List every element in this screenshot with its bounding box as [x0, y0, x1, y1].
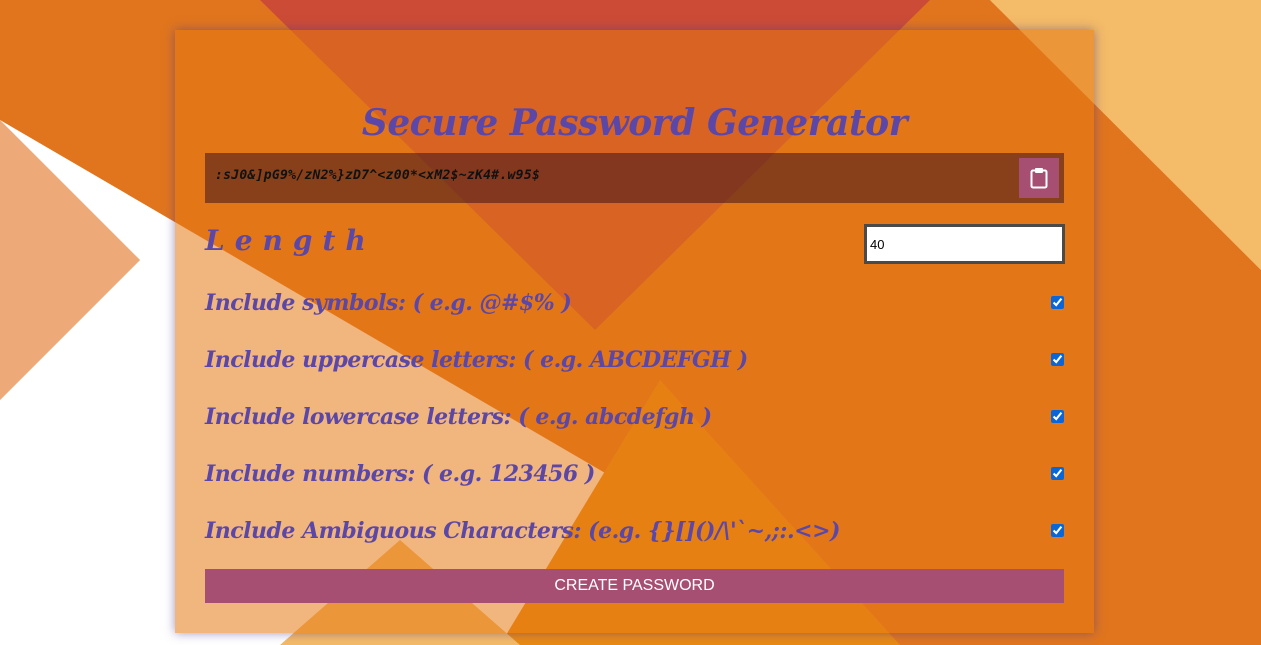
option-lowercase-label: Include lowercase letters: ( e.g. abcdef…: [205, 404, 712, 430]
password-output[interactable]: :sJ0&]pG9%/zN2%}zD7^<z00*<xM2$~zK4#.w95$: [215, 168, 540, 183]
option-uppercase-label: Include uppercase letters: ( e.g. ABCDEF…: [205, 347, 748, 373]
option-symbols-checkbox[interactable]: [1051, 296, 1064, 309]
clipboard-icon: [1030, 168, 1048, 189]
length-label: Length: [205, 224, 376, 257]
length-input[interactable]: [864, 224, 1065, 264]
option-numbers-label: Include numbers: ( e.g. 123456 ): [205, 461, 595, 487]
option-lowercase: Include lowercase letters: ( e.g. abcdef…: [205, 398, 1064, 438]
option-numbers: Include numbers: ( e.g. 123456 ): [205, 455, 1064, 495]
page-title: Secure Password Generator: [361, 102, 908, 144]
copy-to-clipboard-button[interactable]: [1019, 158, 1059, 198]
option-ambiguous-label: Include Ambiguous Characters: (e.g. {}[]…: [205, 518, 840, 544]
option-numbers-checkbox[interactable]: [1051, 467, 1064, 480]
option-ambiguous: Include Ambiguous Characters: (e.g. {}[]…: [205, 512, 1064, 552]
option-lowercase-checkbox[interactable]: [1051, 410, 1064, 423]
create-password-button[interactable]: CREATE PASSWORD: [205, 569, 1064, 603]
option-ambiguous-checkbox[interactable]: [1051, 524, 1064, 537]
option-symbols-label: Include symbols: ( e.g. @#$% ): [205, 290, 572, 316]
password-display: :sJ0&]pG9%/zN2%}zD7^<z00*<xM2$~zK4#.w95$: [205, 153, 1064, 203]
option-uppercase-checkbox[interactable]: [1051, 353, 1064, 366]
option-symbols: Include symbols: ( e.g. @#$% ): [205, 284, 1064, 324]
option-uppercase: Include uppercase letters: ( e.g. ABCDEF…: [205, 341, 1064, 381]
generator-card: Secure Password Generator :sJ0&]pG9%/zN2…: [175, 30, 1094, 633]
